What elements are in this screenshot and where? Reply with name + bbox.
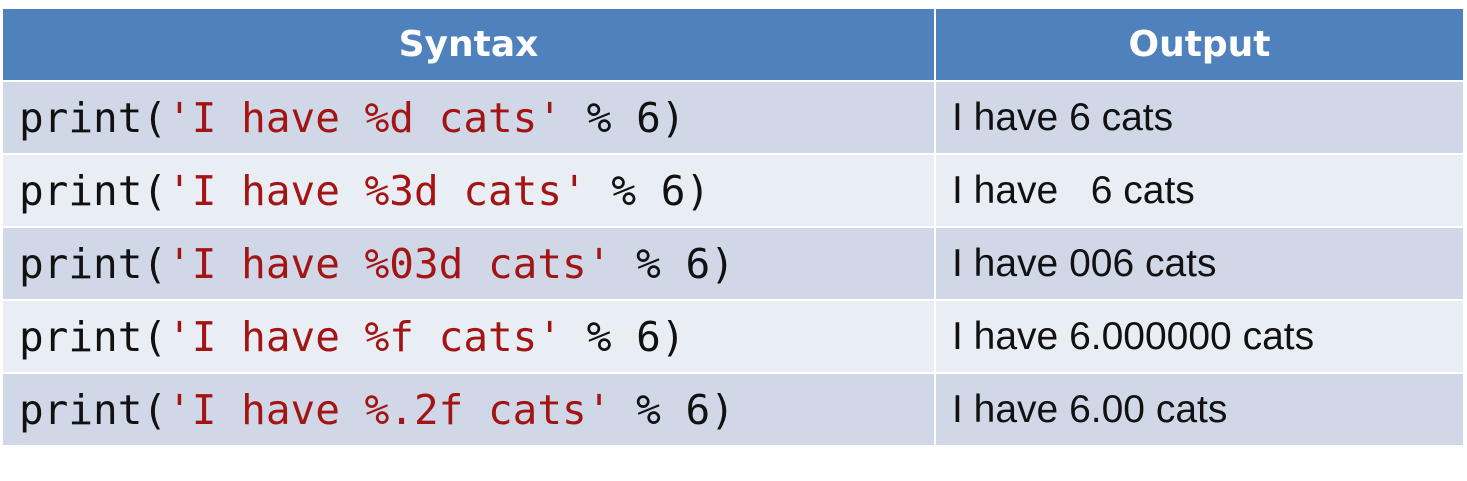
table-row: print('I have %3d cats' % 6) I have 6 ca…	[3, 155, 1463, 228]
output-cell: I have 006 cats	[952, 241, 1217, 285]
code-suffix: % 6)	[611, 385, 735, 434]
code-suffix: % 6)	[586, 166, 711, 215]
code-suffix: % 6)	[611, 239, 735, 288]
code-string: 'I have %3d cats'	[167, 166, 587, 215]
output-cell: I have 6 cats	[952, 95, 1174, 139]
format-table: Syntax Output print('I have %d cats' % 6…	[3, 9, 1463, 447]
code-string: 'I have %f cats'	[167, 312, 563, 361]
code-prefix: print(	[19, 385, 168, 434]
output-column-header: Output	[1128, 24, 1271, 65]
output-cell: I have 6.00 cats	[952, 387, 1228, 431]
code-prefix: print(	[19, 312, 168, 361]
table-row: print('I have %03d cats' % 6) I have 006…	[3, 228, 1463, 301]
code-prefix: print(	[19, 239, 168, 288]
syntax-column-header: Syntax	[3, 9, 936, 80]
code-string: 'I have %d cats'	[167, 93, 563, 142]
output-cell: I have 6.000000 cats	[952, 314, 1315, 358]
syntax-cell: print('I have %3d cats' % 6)	[3, 155, 936, 226]
table-row: print('I have %.2f cats' % 6) I have 6.0…	[3, 374, 1463, 447]
syntax-cell: print('I have %.2f cats' % 6)	[3, 374, 936, 445]
code-suffix: % 6)	[562, 93, 686, 142]
syntax-cell: print('I have %f cats' % 6)	[3, 301, 936, 372]
code-prefix: print(	[19, 93, 168, 142]
table-row: print('I have %d cats' % 6) I have 6 cat…	[3, 82, 1463, 155]
syntax-cell: print('I have %03d cats' % 6)	[3, 228, 936, 299]
code-string: 'I have %.2f cats'	[167, 385, 612, 434]
syntax-cell: print('I have %d cats' % 6)	[3, 82, 936, 153]
output-cell: I have 6 cats	[952, 168, 1195, 212]
table-header-row: Syntax Output	[3, 9, 1463, 82]
code-prefix: print(	[19, 166, 168, 215]
code-suffix: % 6)	[562, 312, 686, 361]
code-string: 'I have %03d cats'	[167, 239, 612, 288]
table-row: print('I have %f cats' % 6) I have 6.000…	[3, 301, 1463, 374]
